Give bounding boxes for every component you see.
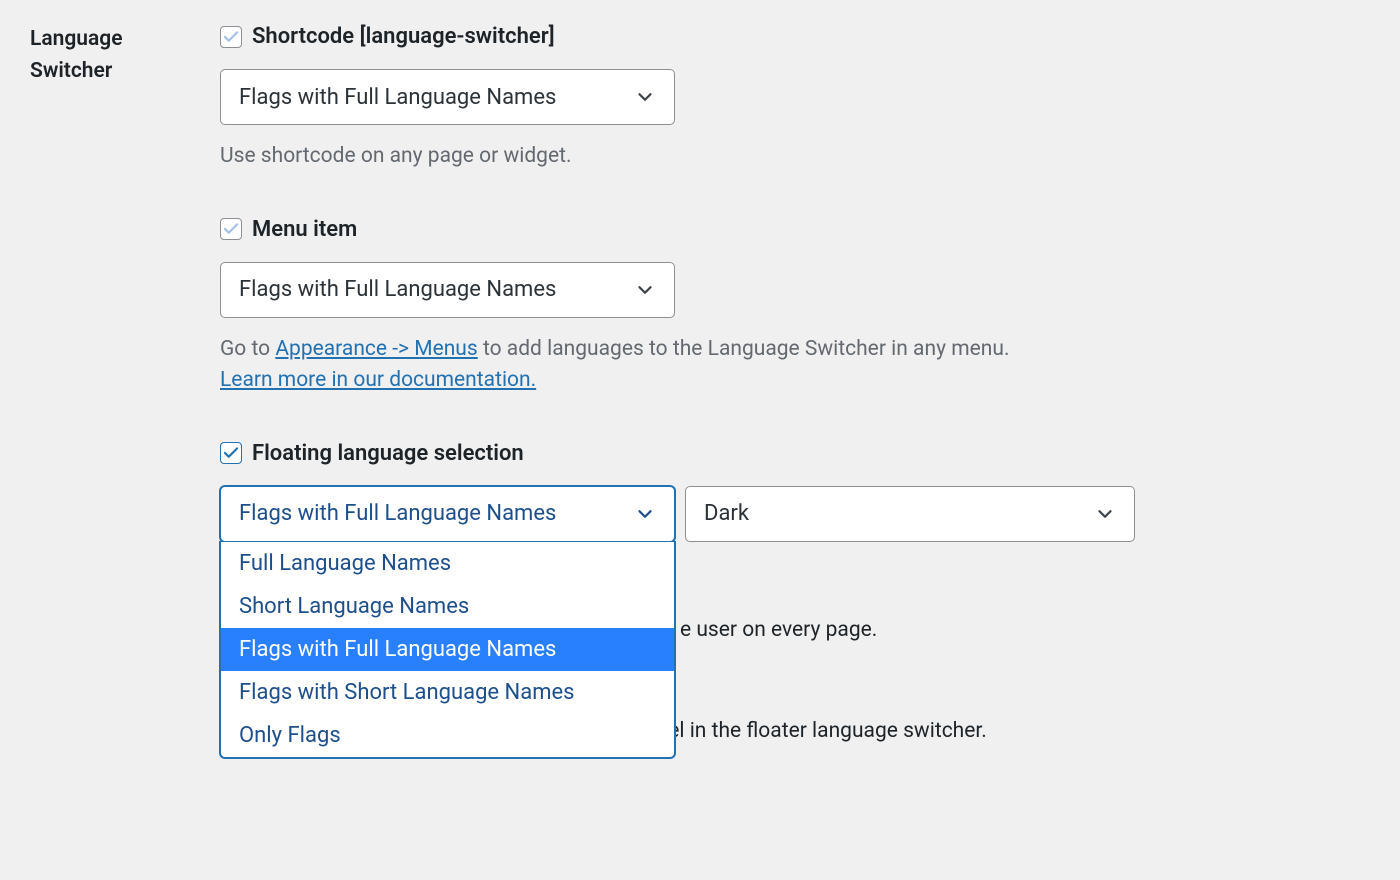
check-icon bbox=[222, 28, 240, 46]
shortcode-display-select[interactable]: Flags with Full Language Names bbox=[220, 69, 675, 125]
check-icon bbox=[222, 444, 240, 462]
floating-display-dropdown: Full Language NamesShort Language NamesF… bbox=[220, 542, 675, 759]
shortcode-option: Shortcode [language-switcher] Flags with… bbox=[220, 20, 1370, 173]
dropdown-option[interactable]: Only Flags bbox=[221, 714, 674, 757]
dropdown-option[interactable]: Short Language Names bbox=[221, 585, 674, 628]
floating-label: Floating language selection bbox=[252, 437, 524, 470]
floating-select-value: Flags with Full Language Names bbox=[239, 497, 556, 530]
shortcode-helper: Use shortcode on any page or widget. bbox=[220, 141, 1370, 173]
shortcode-label: Shortcode [language-switcher] bbox=[252, 20, 555, 53]
floating-theme-value: Dark bbox=[704, 497, 749, 530]
dropdown-option[interactable]: Flags with Short Language Names bbox=[221, 671, 674, 714]
menu-item-select-value: Flags with Full Language Names bbox=[239, 273, 556, 306]
section-label: Language Switcher bbox=[30, 20, 190, 87]
floating-theme-select[interactable]: Dark bbox=[685, 486, 1135, 542]
menu-item-helper: Go to Appearance -> Menus to add languag… bbox=[220, 334, 1370, 397]
check-icon bbox=[222, 220, 240, 238]
docs-link[interactable]: Learn more in our documentation. bbox=[220, 368, 536, 392]
floating-checkbox[interactable] bbox=[220, 442, 242, 464]
floating-helper-tail: e user on every page. bbox=[680, 618, 877, 642]
menu-item-option: Menu item Flags with Full Language Names… bbox=[220, 213, 1370, 397]
shortcode-select-value: Flags with Full Language Names bbox=[239, 81, 556, 114]
shortcode-checkbox[interactable] bbox=[220, 26, 242, 48]
chevron-down-icon bbox=[634, 86, 656, 108]
chevron-down-icon bbox=[1094, 503, 1116, 525]
menu-item-label: Menu item bbox=[252, 213, 357, 246]
floating-option: Floating language selection Flags with F… bbox=[220, 437, 1370, 647]
dropdown-option[interactable]: Flags with Full Language Names bbox=[221, 628, 674, 671]
chevron-down-icon bbox=[634, 279, 656, 301]
floating-display-select[interactable]: Flags with Full Language Names bbox=[220, 486, 675, 542]
dropdown-option[interactable]: Full Language Names bbox=[221, 542, 674, 585]
chevron-down-icon bbox=[634, 503, 656, 525]
menu-item-display-select[interactable]: Flags with Full Language Names bbox=[220, 262, 675, 318]
menu-item-checkbox[interactable] bbox=[220, 218, 242, 240]
appearance-menus-link[interactable]: Appearance -> Menus bbox=[275, 337, 477, 361]
